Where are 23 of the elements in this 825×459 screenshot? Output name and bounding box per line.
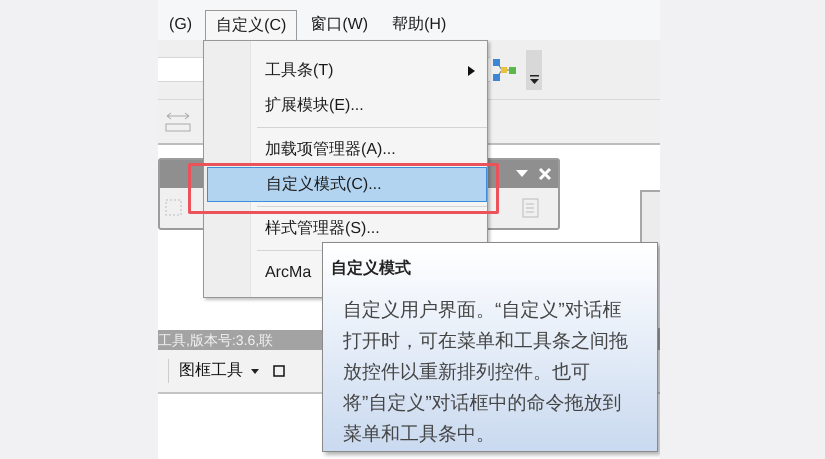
menu-bar-item[interactable]: 自定义(C): [205, 10, 298, 40]
submenu-arrow-icon: [468, 66, 475, 76]
frame-tools-dropdown[interactable]: 图框工具: [168, 359, 243, 383]
caret-icon: [530, 74, 538, 84]
menu-item[interactable]: ArcMa: [251, 260, 324, 284]
menu-item[interactable]: 样式管理器(S)...: [251, 216, 392, 240]
caret-icon: [251, 368, 259, 374]
tooltip-body: 自定义用户界面。“自定义”对话框打开时，可在菜单和工具条之间拖放控件以重新排列控件。也可将”自定义”对话框中的命令拖放到菜单和工具条中。: [343, 299, 629, 447]
menu-bar-item[interactable]: (G): [158, 10, 204, 40]
overflow-button[interactable]: [526, 50, 542, 90]
menu-item[interactable]: 扩展模块(E)...: [251, 94, 376, 118]
menu-item[interactable]: 自定义模式(C)...: [207, 167, 487, 202]
menu-bar-item[interactable]: 窗口(W): [299, 10, 380, 40]
status-text: 工具,版本号:3.6,联: [158, 330, 274, 350]
menu-item[interactable]: 工具条(T): [251, 58, 487, 82]
close-icon[interactable]: [538, 167, 552, 181]
network-icon[interactable]: [492, 58, 518, 82]
tooltip-title: 自定义模式: [331, 258, 412, 279]
menu-bar-item[interactable]: 帮助(H): [381, 10, 458, 40]
ruler-arrows-icon[interactable]: [165, 110, 191, 134]
dropdown-icon[interactable]: [516, 170, 528, 178]
rectangle-icon[interactable]: [273, 365, 285, 377]
menu-item[interactable]: 加载项管理器(A)...: [251, 138, 408, 162]
